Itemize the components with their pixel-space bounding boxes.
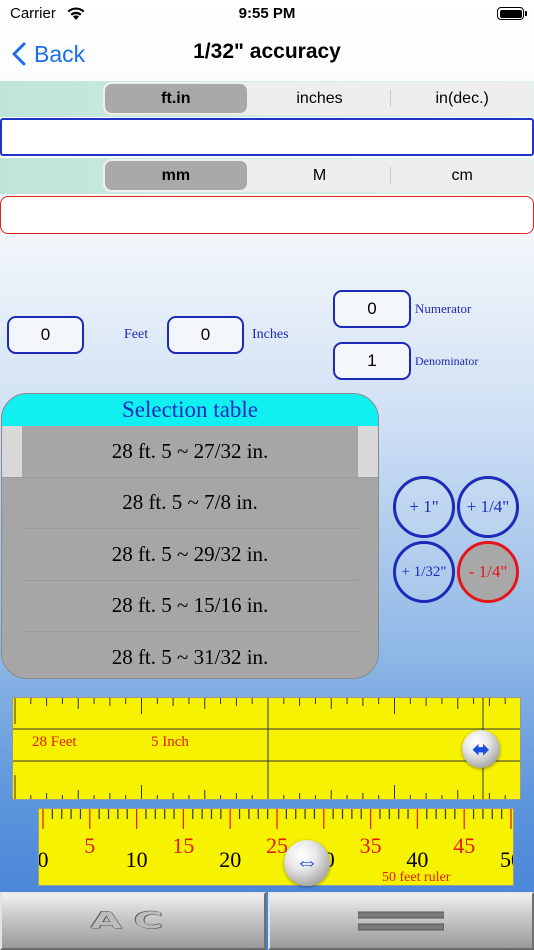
clear-button-label: AC	[90, 908, 176, 934]
double-arrow-icon: ⇔	[295, 849, 319, 876]
tab-cm[interactable]: cm	[391, 159, 533, 192]
imperial-unit-row: ft.in inches in(dec.)	[0, 81, 534, 117]
numerator-input[interactable]: 0	[333, 290, 411, 328]
tab-ft-in[interactable]: ft.in	[105, 84, 247, 113]
feet-ruler-label: 10	[126, 847, 148, 872]
tab-inches[interactable]: inches	[249, 82, 391, 115]
feet-ruler[interactable]: 05101520253035404550 50 feet ruler	[38, 808, 514, 886]
equals-button[interactable]	[268, 892, 534, 950]
selection-table-title: Selection table	[2, 394, 378, 426]
selection-table: Selection table 28 ft. 5 ~ 27/32 in. 28 …	[1, 393, 379, 679]
tab-mm[interactable]: mm	[105, 161, 247, 190]
inch-readout: 5 Inch	[151, 734, 189, 750]
denominator-label: Denominator	[415, 354, 479, 368]
list-item[interactable]: 28 ft. 5 ~ 29/32 in.	[22, 529, 358, 581]
denominator-input[interactable]: 1	[333, 342, 411, 380]
numerator-label: Numerator	[415, 301, 472, 316]
metric-unit-selector[interactable]: mm M cm	[103, 159, 533, 192]
plus-quarter-inch-button[interactable]: + 1/4"	[457, 476, 519, 538]
feet-ruler-label: 50	[500, 847, 514, 872]
page-title: 1/32" accuracy	[193, 40, 341, 63]
feet-ruler-label: 0	[39, 847, 49, 872]
list-item[interactable]: 28 ft. 5 ~ 7/8 in.	[22, 478, 358, 529]
minus-quarter-inch-button[interactable]: - 1/4"	[457, 541, 519, 603]
feet-input[interactable]: 0	[7, 316, 84, 354]
plus-1-inch-button[interactable]: + 1"	[393, 476, 455, 538]
list-item[interactable]: 28 ft. 5 ~ 15/16 in.	[22, 581, 358, 632]
inch-ruler-scale	[13, 698, 520, 799]
tab-inches-decimal[interactable]: in(dec.)	[391, 82, 533, 115]
inch-ruler[interactable]: 28 Feet 5 Inch ⬌	[12, 697, 521, 800]
clock: 9:55 PM	[238, 5, 296, 22]
feet-ruler-label: 20	[219, 847, 241, 872]
feet-ruler-label: 5	[84, 833, 95, 858]
feet-readout: 28 Feet	[32, 734, 77, 750]
feet-ruler-label: 35	[360, 833, 382, 858]
list-item[interactable]: 28 ft. 5 ~ 31/32 in.	[22, 632, 358, 678]
feet-ruler-knob[interactable]: ⇔	[284, 840, 330, 886]
equals-icon	[358, 911, 444, 931]
battery-icon	[497, 7, 527, 20]
inch-ruler-knob[interactable]: ⬌	[462, 730, 500, 768]
double-arrow-icon: ⬌	[472, 738, 490, 761]
metric-unit-row: mm M cm	[0, 158, 534, 194]
status-bar: Carrier 9:55 PM	[0, 0, 534, 28]
imperial-unit-selector[interactable]: ft.in inches in(dec.)	[103, 82, 533, 115]
feet-ruler-label: 40	[406, 847, 428, 872]
metric-result-field[interactable]	[0, 196, 534, 234]
list-item[interactable]: 28 ft. 5 ~ 27/32 in.	[2, 426, 378, 478]
feet-ruler-label: 45	[453, 833, 475, 858]
clear-button[interactable]: AC	[0, 892, 266, 950]
feet-label: Feet	[124, 327, 149, 342]
feet-ruler-caption: 50 feet ruler	[382, 870, 451, 885]
inches-input[interactable]: 0	[167, 316, 244, 354]
tab-m[interactable]: M	[249, 159, 391, 192]
inches-label: Inches	[252, 327, 289, 342]
imperial-result-field[interactable]	[0, 118, 534, 156]
feet-ruler-label: 15	[172, 833, 194, 858]
plus-32nd-inch-button[interactable]: + 1/32"	[393, 541, 455, 603]
